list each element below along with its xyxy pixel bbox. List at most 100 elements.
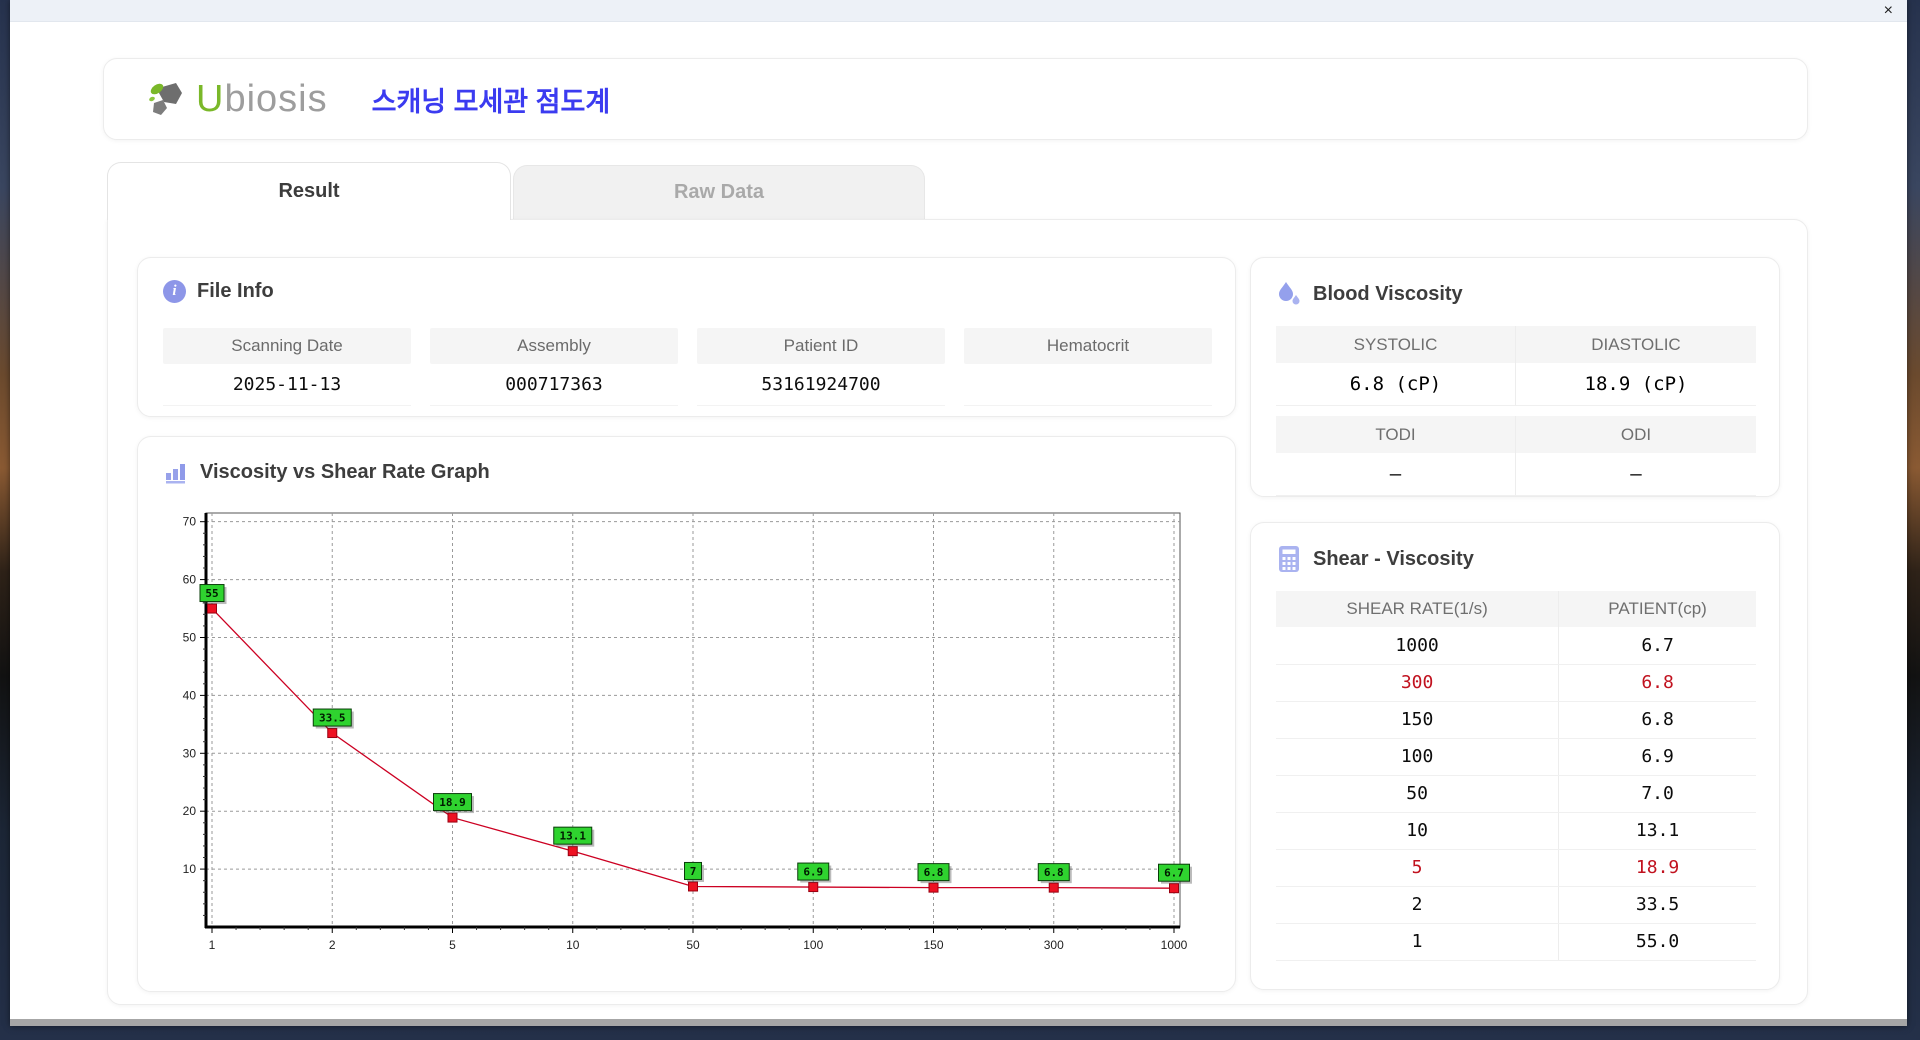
svg-text:10: 10 — [183, 862, 197, 876]
patient-viscosity-cell: 6.9 — [1558, 738, 1756, 776]
shear-table-row: 5 18.9 — [1276, 849, 1756, 887]
tab-raw-data[interactable]: Raw Data — [513, 165, 925, 219]
shear-table-row: 1000 6.7 — [1276, 627, 1756, 665]
window-titlebar: × — [10, 0, 1907, 22]
patient-viscosity-cell: 6.7 — [1558, 627, 1756, 665]
svg-text:70: 70 — [183, 515, 197, 529]
svg-text:1000: 1000 — [1161, 938, 1188, 952]
file-info-field-hematocrit: Hematocrit — [964, 328, 1212, 406]
shear-table-row: 50 7.0 — [1276, 775, 1756, 813]
graph-card: Viscosity vs Shear Rate Graph 10 20 30 40 50… — [137, 436, 1236, 992]
desktop: { "window": { "close_icon": "×" }, "head… — [0, 0, 1920, 1040]
shear-viscosity-card: Shear - Viscosity SHEAR RATE(1/s) PATIEN… — [1250, 522, 1780, 990]
svg-text:100: 100 — [803, 938, 823, 952]
field-value: 53161924700 — [697, 364, 945, 406]
viscosity-chart-svg: 10 20 30 40 50 60 70 1 2 5 10 50 100 150 300 1000 55 33.5… — [183, 512, 1192, 952]
ubiosis-leaf-icon — [149, 83, 182, 115]
shear-rate-cell: 1 — [1276, 923, 1560, 961]
app-title-korean: 스캐닝 모세관 점도계 — [371, 86, 611, 117]
svg-text:150: 150 — [923, 938, 943, 952]
svg-text:50: 50 — [686, 938, 700, 952]
svg-text:5: 5 — [449, 938, 456, 952]
file-info-card: i File Info Scanning Date 2025-11-13 Assem… — [137, 257, 1236, 417]
svg-text:20: 20 — [183, 804, 197, 818]
field-label: Assembly — [430, 328, 678, 364]
svg-text:6.7: 6.7 — [1164, 867, 1184, 880]
svg-text:6.8: 6.8 — [924, 866, 944, 879]
svg-text:60: 60 — [183, 573, 197, 587]
bv-value-diastolic: 18.9 (cP) — [1516, 363, 1756, 406]
patient-viscosity-cell: 13.1 — [1558, 812, 1756, 850]
logo-rest: biosis — [224, 77, 328, 120]
shear-table-row: 10 13.1 — [1276, 812, 1756, 850]
shear-rate-cell: 1000 — [1276, 627, 1560, 665]
shear-table-row: 1 55.0 — [1276, 923, 1756, 961]
field-value — [964, 364, 1212, 406]
bv-value-todi: – — [1276, 453, 1516, 496]
svg-text:18.9: 18.9 — [439, 796, 466, 809]
bv-header-odi: ODI — [1516, 416, 1756, 453]
shear-rate-cell: 50 — [1276, 775, 1560, 813]
shear-rate-column-header: SHEAR RATE(1/s) — [1276, 591, 1560, 627]
blood-viscosity-table: SYSTOLIC DIASTOLIC 6.8 (cP) 18.9 (cP) TO… — [1276, 326, 1756, 496]
svg-text:6.8: 6.8 — [1044, 866, 1064, 879]
app-window: × Ubiosis 스캐닝 모세관 점도계 Result Raw Data i … — [10, 0, 1907, 1026]
blood-viscosity-title: Blood Viscosity — [1313, 282, 1463, 305]
calculator-icon — [1279, 546, 1299, 572]
patient-viscosity-cell: 33.5 — [1558, 886, 1756, 924]
svg-text:2: 2 — [329, 938, 336, 952]
field-label: Patient ID — [697, 328, 945, 364]
blood-viscosity-card: Blood Viscosity SYSTOLIC DIASTOLIC 6.8 (… — [1250, 257, 1780, 497]
bv-header-diastolic: DIASTOLIC — [1516, 326, 1756, 363]
bar-chart-icon — [166, 464, 185, 484]
patient-viscosity-cell: 18.9 — [1558, 849, 1756, 887]
info-icon: i — [163, 280, 186, 303]
svg-text:300: 300 — [1044, 938, 1064, 952]
patient-viscosity-cell: 6.8 — [1558, 664, 1756, 702]
result-tab-panel: i File Info Scanning Date 2025-11-13 Assem… — [107, 219, 1808, 1005]
shear-table-row: 2 33.5 — [1276, 886, 1756, 924]
svg-text:30: 30 — [183, 746, 197, 760]
svg-text:13.1: 13.1 — [560, 830, 587, 843]
shear-rate-cell: 300 — [1276, 664, 1560, 702]
shear-table-row: 100 6.9 — [1276, 738, 1756, 776]
svg-text:10: 10 — [566, 938, 580, 952]
viscosity-chart: 10 20 30 40 50 60 70 1 2 5 10 50 100 150 300 1000 55 33.5… — [166, 503, 1196, 973]
shear-rate-cell: 5 — [1276, 849, 1560, 887]
shear-rate-cell: 2 — [1276, 886, 1560, 924]
patient-viscosity-cell: 7.0 — [1558, 775, 1756, 813]
patient-viscosity-cell: 6.8 — [1558, 701, 1756, 739]
blood-drops-icon — [1279, 282, 1300, 305]
bv-value-odi: – — [1516, 453, 1756, 496]
patient-viscosity-cell: 55.0 — [1558, 923, 1756, 961]
shear-table-row: 300 6.8 — [1276, 664, 1756, 702]
svg-text:33.5: 33.5 — [319, 712, 346, 725]
ubiosis-logo: Ubiosis — [146, 77, 328, 121]
bv-value-systolic: 6.8 (cP) — [1276, 363, 1516, 406]
svg-text:55: 55 — [205, 587, 218, 600]
header-card: Ubiosis 스캐닝 모세관 점도계 — [103, 58, 1808, 140]
shear-rate-cell: 100 — [1276, 738, 1560, 776]
shear-rate-cell: 150 — [1276, 701, 1560, 739]
field-value: 2025-11-13 — [163, 364, 411, 406]
shear-viscosity-title: Shear - Viscosity — [1313, 547, 1474, 570]
patient-column-header: PATIENT(cp) — [1558, 591, 1756, 627]
logo-text: Ubiosis — [196, 78, 328, 121]
tab-result[interactable]: Result — [107, 162, 511, 220]
file-info-fields: Scanning Date 2025-11-13 Assembly 000717363… — [163, 328, 1212, 406]
bv-header-todi: TODI — [1276, 416, 1516, 453]
close-icon[interactable]: × — [1884, 2, 1893, 20]
shear-viscosity-table: SHEAR RATE(1/s) PATIENT(cp) 1000 6.7 300 6.… — [1276, 591, 1756, 961]
file-info-field-scanning-date: Scanning Date 2025-11-13 — [163, 328, 411, 406]
field-value: 000717363 — [430, 364, 678, 406]
svg-text:1: 1 — [209, 938, 216, 952]
svg-text:40: 40 — [183, 688, 197, 702]
graph-title: Viscosity vs Shear Rate Graph — [200, 460, 490, 483]
file-info-title: File Info — [197, 280, 274, 302]
svg-text:50: 50 — [183, 630, 197, 644]
shear-rate-cell: 10 — [1276, 812, 1560, 850]
svg-text:7: 7 — [690, 865, 697, 878]
field-label: Scanning Date — [163, 328, 411, 364]
file-info-field-assembly: Assembly 000717363 — [430, 328, 678, 406]
field-label: Hematocrit — [964, 328, 1212, 364]
